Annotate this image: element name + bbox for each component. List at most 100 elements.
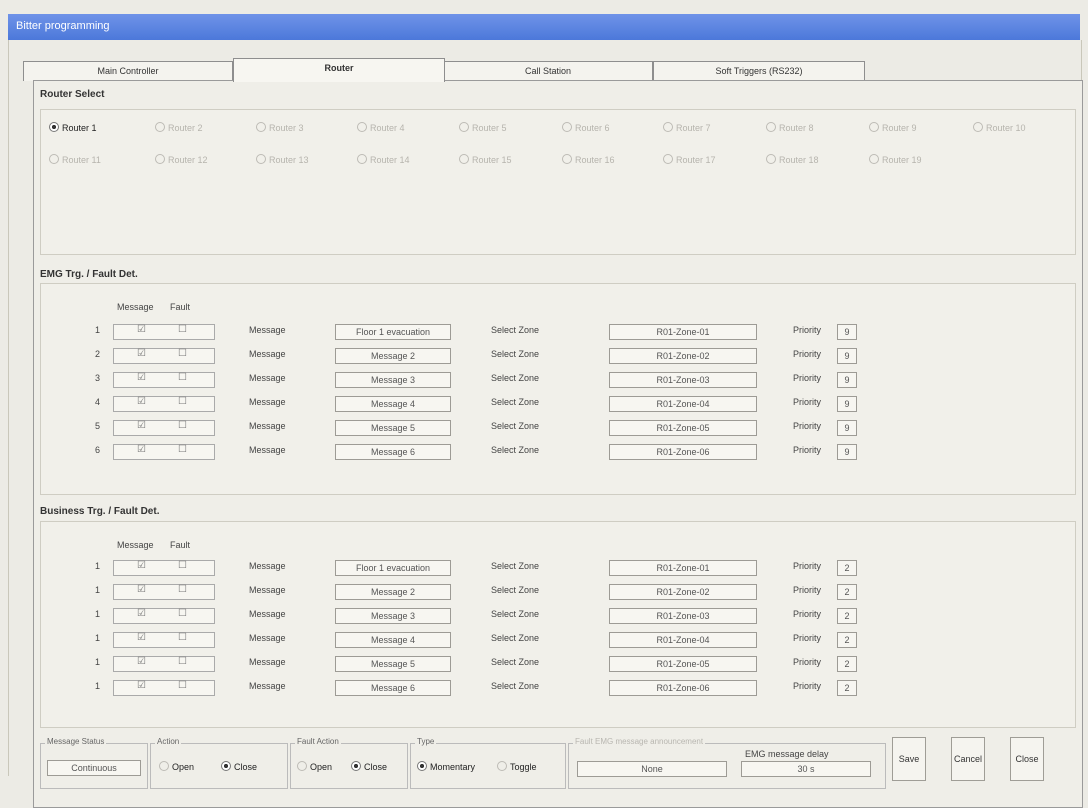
emg-message-select[interactable]: Message 3 bbox=[335, 372, 451, 388]
tab-soft-triggers[interactable]: Soft Triggers (RS232) bbox=[653, 61, 865, 81]
fault-checkbox[interactable]: ☐ bbox=[178, 560, 187, 571]
router-radio[interactable]: Router 10 bbox=[973, 122, 1026, 133]
type-toggle-radio[interactable]: Toggle bbox=[497, 761, 537, 772]
business-priority-field[interactable]: 2 bbox=[837, 632, 857, 648]
emg-zone-select[interactable]: R01-Zone-02 bbox=[609, 348, 757, 364]
fault-checkbox[interactable]: ☐ bbox=[178, 608, 187, 619]
fault-checkbox[interactable]: ☐ bbox=[178, 444, 187, 455]
emg-message-select[interactable]: Message 4 bbox=[335, 396, 451, 412]
router-radio[interactable]: Router 7 bbox=[663, 122, 711, 133]
business-message-select[interactable]: Message 3 bbox=[335, 608, 451, 624]
emg-zone-select[interactable]: R01-Zone-04 bbox=[609, 396, 757, 412]
emg-priority-field[interactable]: 9 bbox=[837, 396, 857, 412]
router-radio[interactable]: Router 8 bbox=[766, 122, 814, 133]
emg-zone-select[interactable]: R01-Zone-01 bbox=[609, 324, 757, 340]
emg-priority-field[interactable]: 9 bbox=[837, 420, 857, 436]
business-priority-field[interactable]: 2 bbox=[837, 680, 857, 696]
type-momentary-radio[interactable]: Momentary bbox=[417, 761, 475, 772]
router-radio[interactable]: Router 18 bbox=[766, 154, 819, 165]
tab-call-station[interactable]: Call Station bbox=[443, 61, 653, 81]
message-checkbox[interactable]: ☑ bbox=[137, 444, 146, 455]
fault-checkbox[interactable]: ☐ bbox=[178, 396, 187, 407]
fault-checkbox[interactable]: ☐ bbox=[178, 324, 187, 335]
router-radio[interactable]: Router 5 bbox=[459, 122, 507, 133]
tab-main-controller[interactable]: Main Controller bbox=[23, 61, 233, 81]
emg-priority-field[interactable]: 9 bbox=[837, 372, 857, 388]
fault-checkbox[interactable]: ☐ bbox=[178, 348, 187, 359]
emg-priority-field[interactable]: 9 bbox=[837, 348, 857, 364]
router-select-group: Router 1 Router 2 Router 3 Router 4 Rout… bbox=[40, 109, 1076, 255]
tab-router[interactable]: Router bbox=[233, 58, 445, 82]
router-radio[interactable]: Router 12 bbox=[155, 154, 208, 165]
fault-checkbox[interactable]: ☐ bbox=[178, 656, 187, 667]
fault-checkbox[interactable]: ☐ bbox=[178, 680, 187, 691]
close-button[interactable]: Close bbox=[1010, 737, 1044, 781]
action-open-radio[interactable]: Open bbox=[159, 761, 194, 772]
emg-zone-select[interactable]: R01-Zone-06 bbox=[609, 444, 757, 460]
radio-icon bbox=[357, 122, 367, 132]
emg-zone-select[interactable]: R01-Zone-05 bbox=[609, 420, 757, 436]
window-titlebar[interactable]: Bitter programming bbox=[8, 14, 1080, 40]
emg-message-select[interactable]: Message 2 bbox=[335, 348, 451, 364]
emg-row-checks: ☑ ☐ bbox=[113, 324, 215, 340]
business-priority-field[interactable]: 2 bbox=[837, 560, 857, 576]
fault-emg-field: None bbox=[577, 761, 727, 777]
business-message-select[interactable]: Message 4 bbox=[335, 632, 451, 648]
message-checkbox[interactable]: ☑ bbox=[137, 584, 146, 595]
router-radio[interactable]: Router 15 bbox=[459, 154, 512, 165]
message-checkbox[interactable]: ☑ bbox=[137, 420, 146, 431]
router-radio[interactable]: Router 9 bbox=[869, 122, 917, 133]
business-zone-select[interactable]: R01-Zone-04 bbox=[609, 632, 757, 648]
fault-checkbox[interactable]: ☐ bbox=[178, 420, 187, 431]
cancel-button[interactable]: Cancel bbox=[951, 737, 985, 781]
business-zone-select[interactable]: R01-Zone-01 bbox=[609, 560, 757, 576]
router-radio[interactable]: Router 2 bbox=[155, 122, 203, 133]
message-checkbox[interactable]: ☑ bbox=[137, 680, 146, 691]
fault-checkbox[interactable]: ☐ bbox=[178, 584, 187, 595]
router-radio[interactable]: Router 6 bbox=[562, 122, 610, 133]
message-checkbox[interactable]: ☑ bbox=[137, 324, 146, 335]
business-priority-label: Priority bbox=[793, 681, 822, 691]
business-priority-field[interactable]: 2 bbox=[837, 608, 857, 624]
business-message-select[interactable]: Message 6 bbox=[335, 680, 451, 696]
router-radio[interactable]: Router 16 bbox=[562, 154, 615, 165]
router-radio[interactable]: Router 11 bbox=[49, 154, 101, 165]
business-zone-select[interactable]: R01-Zone-03 bbox=[609, 608, 757, 624]
emg-priority-field[interactable]: 9 bbox=[837, 444, 857, 460]
emg-priority-field[interactable]: 9 bbox=[837, 324, 857, 340]
router-radio[interactable]: Router 1 bbox=[49, 122, 97, 133]
router-radio[interactable]: Router 19 bbox=[869, 154, 922, 165]
business-zone-select[interactable]: R01-Zone-02 bbox=[609, 584, 757, 600]
router-radio[interactable]: Router 3 bbox=[256, 122, 304, 133]
save-button[interactable]: Save bbox=[892, 737, 926, 781]
message-checkbox[interactable]: ☑ bbox=[137, 560, 146, 571]
radio-icon bbox=[869, 122, 879, 132]
action-close-radio[interactable]: Close bbox=[221, 761, 257, 772]
emg-priority-label: Priority bbox=[793, 445, 822, 455]
message-checkbox[interactable]: ☑ bbox=[137, 372, 146, 383]
message-checkbox[interactable]: ☑ bbox=[137, 656, 146, 667]
fault-open-radio[interactable]: Open bbox=[297, 761, 332, 772]
fault-close-radio[interactable]: Close bbox=[351, 761, 387, 772]
message-checkbox[interactable]: ☑ bbox=[137, 396, 146, 407]
router-radio[interactable]: Router 4 bbox=[357, 122, 405, 133]
message-checkbox[interactable]: ☑ bbox=[137, 608, 146, 619]
router-radio[interactable]: Router 13 bbox=[256, 154, 309, 165]
emg-message-select[interactable]: Message 6 bbox=[335, 444, 451, 460]
business-zone-select[interactable]: R01-Zone-06 bbox=[609, 680, 757, 696]
business-message-select[interactable]: Message 5 bbox=[335, 656, 451, 672]
message-checkbox[interactable]: ☑ bbox=[137, 632, 146, 643]
router-radio[interactable]: Router 17 bbox=[663, 154, 716, 165]
router-radio[interactable]: Router 14 bbox=[357, 154, 410, 165]
business-priority-field[interactable]: 2 bbox=[837, 656, 857, 672]
business-zone-select[interactable]: R01-Zone-05 bbox=[609, 656, 757, 672]
emg-zone-select[interactable]: R01-Zone-03 bbox=[609, 372, 757, 388]
fault-checkbox[interactable]: ☐ bbox=[178, 632, 187, 643]
business-message-select[interactable]: Message 2 bbox=[335, 584, 451, 600]
message-checkbox[interactable]: ☑ bbox=[137, 348, 146, 359]
business-message-select[interactable]: Floor 1 evacuation bbox=[335, 560, 451, 576]
business-priority-field[interactable]: 2 bbox=[837, 584, 857, 600]
emg-message-select[interactable]: Floor 1 evacuation bbox=[335, 324, 451, 340]
fault-checkbox[interactable]: ☐ bbox=[178, 372, 187, 383]
emg-message-select[interactable]: Message 5 bbox=[335, 420, 451, 436]
